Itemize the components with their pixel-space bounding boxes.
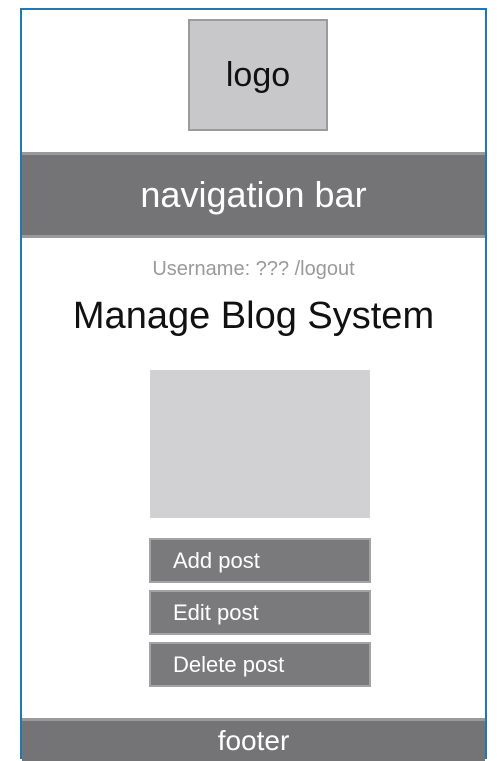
logo-label: logo bbox=[225, 55, 291, 94]
page-title: Manage Blog System bbox=[72, 295, 435, 337]
navigation-bar-label: navigation bar bbox=[140, 174, 367, 215]
add-post-label: Add post bbox=[173, 547, 260, 573]
logo[interactable]: logo bbox=[188, 19, 328, 131]
page-frame: logo navigation bar Username: ??? /logou… bbox=[20, 8, 487, 761]
image-placeholder bbox=[150, 370, 370, 518]
navigation-bar[interactable]: navigation bar bbox=[22, 152, 485, 238]
add-post-button[interactable]: Add post bbox=[149, 538, 371, 583]
footer: footer bbox=[22, 718, 485, 761]
edit-post-label: Edit post bbox=[173, 599, 259, 625]
edit-post-button[interactable]: Edit post bbox=[149, 590, 371, 635]
delete-post-button[interactable]: Delete post bbox=[149, 642, 371, 687]
user-status-link[interactable]: Username: ??? /logout bbox=[22, 258, 485, 281]
footer-label: footer bbox=[217, 725, 290, 756]
delete-post-label: Delete post bbox=[173, 651, 285, 677]
